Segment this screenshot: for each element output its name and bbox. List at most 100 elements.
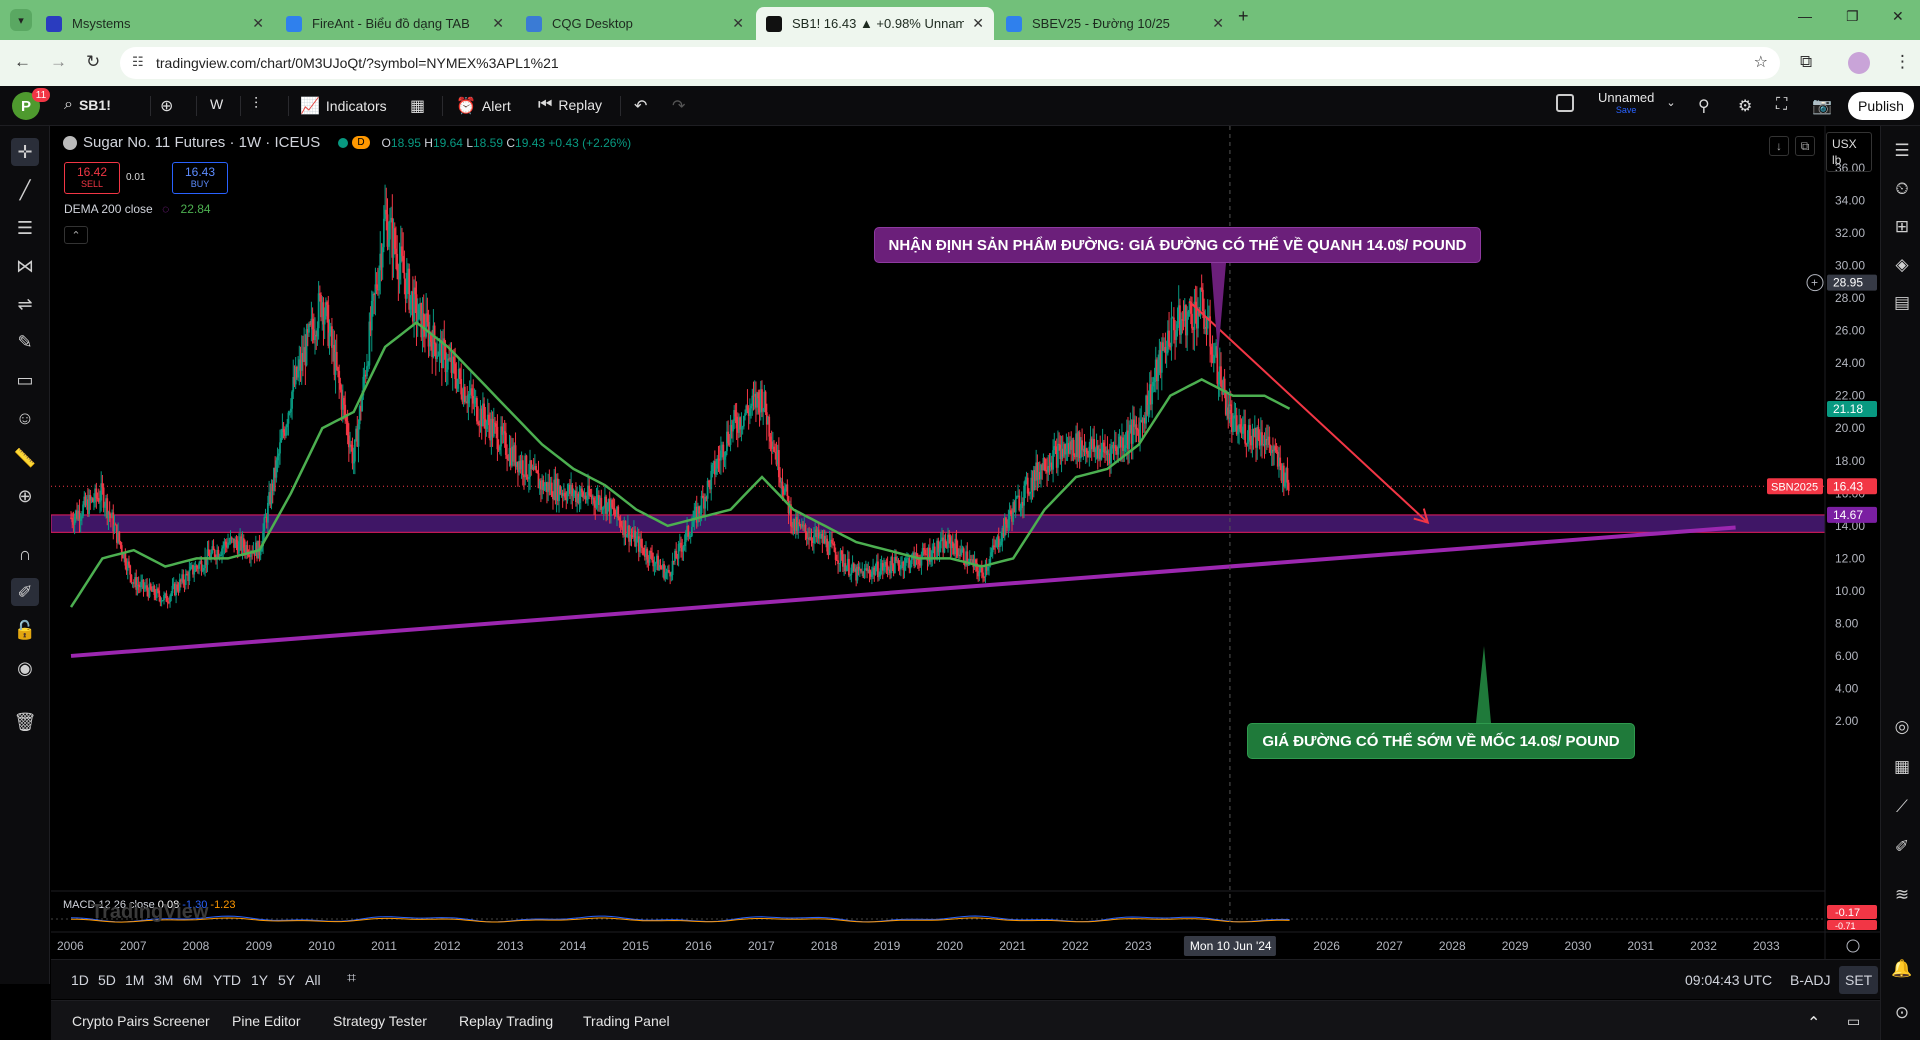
minimize-icon[interactable]: — xyxy=(1798,8,1812,24)
site-info-icon[interactable]: ☷ xyxy=(132,54,144,70)
sell-button[interactable]: 16.42 SELL xyxy=(64,162,120,194)
url-input[interactable]: ☷ tradingview.com/chart/0M3UJoQt/?symbol… xyxy=(120,47,1780,79)
object-tree-icon[interactable]: ⊞ xyxy=(1889,214,1915,240)
clock-time[interactable]: 09:04:43 UTC xyxy=(1685,972,1772,988)
range-1m[interactable]: 1M xyxy=(125,972,144,988)
range-3m[interactable]: 3M xyxy=(154,972,173,988)
publish-button[interactable]: Publish xyxy=(1848,92,1914,120)
alerts-clock-icon[interactable]: ⏲ xyxy=(1889,176,1915,202)
buy-button[interactable]: 16.43 BUY xyxy=(172,162,228,194)
zoom-tool[interactable]: ⊕ xyxy=(11,482,39,510)
notifications-bell-icon[interactable]: 🔔 xyxy=(1889,956,1915,982)
help-icon[interactable]: ⊙ xyxy=(1889,1000,1915,1026)
range-ytd[interactable]: YTD xyxy=(213,972,241,988)
brush-tool[interactable]: ✎ xyxy=(11,328,39,356)
interval-button[interactable]: W xyxy=(210,96,223,112)
maximize-pane-icon[interactable]: ⧉ xyxy=(1795,136,1815,156)
candle-body xyxy=(198,563,200,569)
new-tab-button[interactable]: + xyxy=(1238,6,1249,27)
indicators-button[interactable]: 📈 Indicators xyxy=(300,96,387,116)
snapshot-button[interactable]: 📷 xyxy=(1812,96,1838,116)
chat-icon[interactable]: ▤ xyxy=(1889,290,1915,316)
layout-select[interactable]: Unnamed Save ⌄ xyxy=(1556,90,1676,115)
tab-replay-trading[interactable]: Replay Trading xyxy=(459,1013,553,1029)
fullscreen-button[interactable]: ⛶ xyxy=(1776,96,1793,114)
reload-icon[interactable]: ↻ xyxy=(86,52,100,72)
icons-tool[interactable]: ☺ xyxy=(11,404,39,432)
tab-strategy-tester[interactable]: Strategy Tester xyxy=(333,1013,427,1029)
drawing-mode-tool[interactable]: ✐ xyxy=(11,578,39,606)
close-window-icon[interactable]: ✕ xyxy=(1892,8,1904,25)
chart-type-button[interactable]: ⫶ xyxy=(254,96,264,114)
maximize-panel-icon[interactable]: ▭ xyxy=(1847,1013,1860,1030)
redo-button[interactable]: ↷ xyxy=(672,96,691,116)
calendar-icon[interactable]: ▦ xyxy=(1889,754,1915,780)
templates-button[interactable]: ▦ xyxy=(410,96,431,116)
watchlist-icon[interactable]: ☰ xyxy=(1889,138,1915,164)
tab-trading-panel[interactable]: Trading Panel xyxy=(583,1013,670,1029)
tab-crypto-screener[interactable]: Crypto Pairs Screener xyxy=(72,1013,210,1029)
range-all[interactable]: All xyxy=(305,972,321,988)
browser-tab-1[interactable]: FireAnt - Biểu đồ dạng TAB ✕ xyxy=(276,7,514,40)
trendline-tool[interactable]: ╱ xyxy=(11,176,39,204)
collapse-legend-button[interactable]: ⌃ xyxy=(64,226,88,244)
range-5d[interactable]: 5D xyxy=(98,972,116,988)
close-icon[interactable]: ✕ xyxy=(972,15,984,32)
scroll-down-icon[interactable]: ↓ xyxy=(1769,136,1789,156)
text-tool[interactable]: ▭ xyxy=(11,366,39,394)
replay-button[interactable]: ⏮ Replay xyxy=(538,96,602,114)
forward-icon[interactable]: → xyxy=(50,52,67,72)
candle-body xyxy=(1100,452,1103,460)
restore-icon[interactable]: ❐ xyxy=(1846,8,1859,25)
extensions-icon[interactable]: ⧉ xyxy=(1800,52,1812,72)
patterns-tool[interactable]: ⋈ xyxy=(11,252,39,280)
currency-unit-select[interactable]: USX lb xyxy=(1826,132,1872,172)
tab-search-button[interactable]: ▾ xyxy=(10,9,32,31)
layers-icon[interactable]: ◈ xyxy=(1889,252,1915,278)
fib-tool[interactable]: ☰ xyxy=(11,214,39,242)
profile-avatar[interactable] xyxy=(1848,52,1870,74)
adjustment-toggle[interactable]: B-ADJ xyxy=(1790,972,1830,988)
remove-tool[interactable]: 🗑 xyxy=(11,708,39,736)
compare-symbol-button[interactable]: ⊕ xyxy=(160,96,179,116)
browser-tab-2[interactable]: CQG Desktop ✕ xyxy=(516,7,754,40)
top-callout[interactable]: NHẬN ĐỊNH SẢN PHẨM ĐƯỜNG: GIÁ ĐƯỜNG CÓ T… xyxy=(874,227,1481,263)
menu-icon[interactable]: ⋮ xyxy=(1894,52,1911,72)
close-icon[interactable]: ✕ xyxy=(492,15,504,32)
symbol-search-button[interactable]: ⌕ SB1! xyxy=(64,96,111,114)
undo-button[interactable]: ↶ xyxy=(634,96,653,116)
draw-icon[interactable]: ✐ xyxy=(1889,834,1915,860)
ruler-tool[interactable]: 📏 xyxy=(11,444,39,472)
range-1y[interactable]: 1Y xyxy=(251,972,268,988)
stream-icon[interactable]: ≋ xyxy=(1889,882,1915,908)
close-icon[interactable]: ✕ xyxy=(252,15,264,32)
dema-legend[interactable]: DEMA 200 close ◌ 22.84 xyxy=(64,202,211,216)
tab-pine-editor[interactable]: Pine Editor xyxy=(232,1013,300,1029)
pulse-icon[interactable]: ⟋ xyxy=(1889,794,1915,820)
forecast-tool[interactable]: ⇌ xyxy=(11,290,39,318)
back-icon[interactable]: ← xyxy=(14,52,31,72)
settings-button[interactable]: ⚙ xyxy=(1738,96,1758,116)
chevron-up-icon[interactable]: ⌃ xyxy=(1807,1013,1820,1033)
bottom-callout[interactable]: GIÁ ĐƯỜNG CÓ THỂ SỚM VỀ MỐC 14.0$/ POUND xyxy=(1247,723,1635,759)
browser-tab-4[interactable]: SBEV25 - Đường 10/25 ✕ xyxy=(996,7,1234,40)
candle-body xyxy=(227,542,229,548)
quick-search-button[interactable]: ⚲ xyxy=(1698,96,1716,116)
session-toggle[interactable]: SET xyxy=(1839,966,1879,994)
range-5y[interactable]: 5Y xyxy=(278,972,295,988)
range-6m[interactable]: 6M xyxy=(183,972,202,988)
magnet-tool[interactable]: ∩ xyxy=(11,540,39,568)
browser-tab-0[interactable]: Msystems ✕ xyxy=(36,7,274,40)
lock-tool[interactable]: 🔓 xyxy=(11,616,39,644)
chart-pane[interactable]: 36.00 34.00 32.00 30.00 28.00 26.00 24.00 22.00… xyxy=(51,126,1880,959)
bookmark-star-icon[interactable]: ☆ xyxy=(1754,52,1768,72)
browser-tab-3[interactable]: SB1! 16.43 ▲ +0.98% Unnamed ✕ xyxy=(756,7,994,40)
close-icon[interactable]: ✕ xyxy=(1212,15,1224,32)
crosshair-tool[interactable]: ✛ xyxy=(11,138,39,166)
range-1d[interactable]: 1D xyxy=(71,972,89,988)
ideas-icon[interactable]: ◎ xyxy=(1889,714,1915,740)
alert-button[interactable]: ⏰ Alert xyxy=(456,96,511,116)
visibility-tool[interactable]: ◉ xyxy=(11,654,39,682)
close-icon[interactable]: ✕ xyxy=(732,15,744,32)
date-range-icon[interactable]: ⌗ xyxy=(347,970,356,988)
